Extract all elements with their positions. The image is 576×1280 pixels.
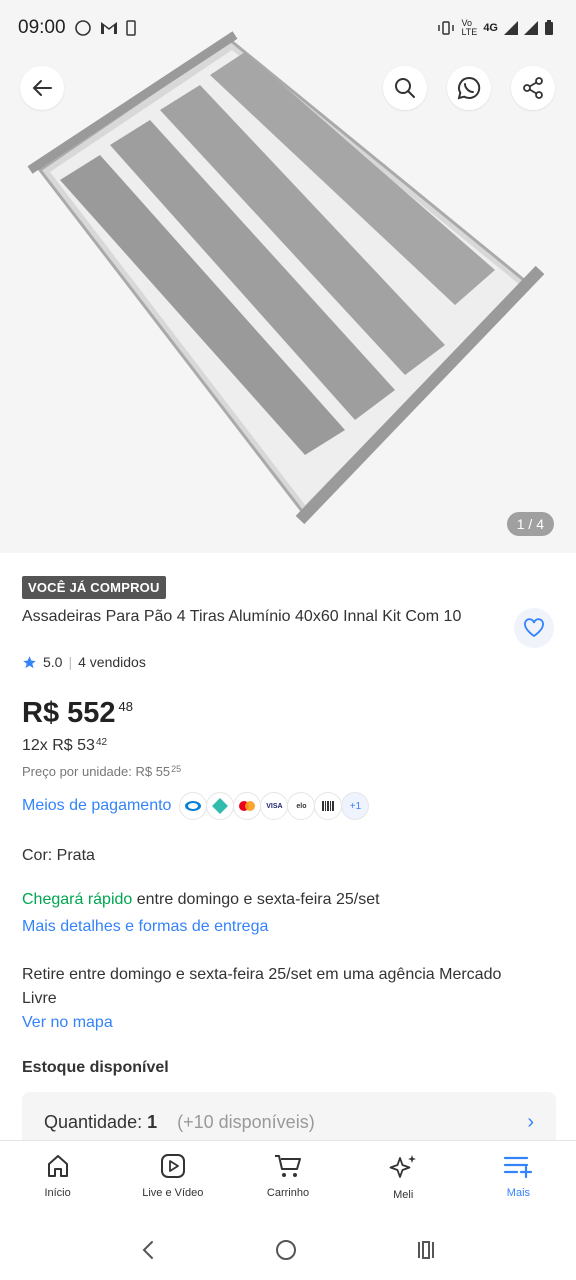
price-main: R$ 552 xyxy=(22,697,116,729)
nav-mais[interactable]: Mais xyxy=(461,1141,576,1220)
signal-icon xyxy=(504,21,518,35)
delivery-details-link[interactable]: Mais detalhes e formas de entrega xyxy=(22,918,268,936)
delivery-fast-label: Chegará rápido xyxy=(22,891,133,908)
system-navigation-bar xyxy=(0,1220,576,1280)
play-icon xyxy=(160,1154,185,1178)
favorite-button[interactable] xyxy=(514,608,554,648)
rating-separator: | xyxy=(68,654,73,670)
star-icon xyxy=(23,655,36,668)
nav-label: Início xyxy=(44,1187,71,1199)
heart-icon xyxy=(524,618,544,638)
delivery-text: entre domingo e sexta-feira 25/set xyxy=(132,891,380,908)
vibrate-icon xyxy=(437,21,455,35)
color-label: Cor: xyxy=(22,847,57,864)
elo-icon: elo xyxy=(287,792,316,820)
quantity-label: Quantidade: xyxy=(44,1111,143,1132)
share-button[interactable] xyxy=(511,66,555,110)
image-counter: 1 / 4 xyxy=(506,512,554,536)
arrow-left-icon xyxy=(32,80,52,96)
payment-methods-link[interactable]: Meios de pagamento xyxy=(22,797,171,815)
rating-value: 5.0 xyxy=(43,654,63,670)
bottom-navigation: Início Live e Vídeo Carrinho Meli Mais xyxy=(0,1140,576,1220)
quantity-available: (+10 disponíveis) xyxy=(177,1111,315,1132)
color-row: Cor: Prata xyxy=(22,847,95,865)
nav-label: Carrinho xyxy=(266,1187,310,1199)
installments: 12x R$ 53 42 xyxy=(22,737,107,755)
cart-icon xyxy=(275,1155,301,1177)
nav-meli[interactable]: Meli xyxy=(346,1141,461,1220)
gmail-notification-icon xyxy=(100,21,118,35)
storage-notification-icon xyxy=(125,20,136,36)
status-bar: 09:00 Vo LTE 4G xyxy=(0,0,576,56)
volte-icon: Vo LTE xyxy=(461,18,478,37)
mastercard-icon xyxy=(233,792,262,820)
whatsapp-icon xyxy=(457,76,481,100)
visa-icon: VISA xyxy=(260,792,289,820)
color-value: Prata xyxy=(56,847,95,864)
sparkle-icon xyxy=(389,1155,417,1178)
pix-icon xyxy=(206,792,235,820)
quantity-value: 1 xyxy=(147,1111,158,1132)
sold-count: 4 vendidos xyxy=(78,654,146,670)
nav-label: Live e Vídeo xyxy=(142,1187,204,1199)
share-icon xyxy=(523,77,543,99)
nav-inicio[interactable]: Início xyxy=(0,1141,115,1220)
payment-more-badge[interactable]: +1 xyxy=(341,792,370,820)
installments-main: 12x R$ 53 xyxy=(22,737,95,754)
search-icon xyxy=(395,78,415,98)
network-type: 4G xyxy=(483,22,498,34)
whatsapp-notification-icon xyxy=(74,19,92,37)
map-link[interactable]: Ver no mapa xyxy=(22,1014,113,1032)
unit-price-cents: 25 xyxy=(171,764,182,774)
product-image-gallery[interactable]: 1 / 4 xyxy=(0,0,576,553)
boleto-icon xyxy=(314,792,343,820)
delivery-info: Chegará rápido entre domingo e sexta-fei… xyxy=(22,891,380,909)
system-recents-icon[interactable] xyxy=(414,1238,438,1262)
status-time: 09:00 xyxy=(18,17,66,38)
payment-methods[interactable]: Meios de pagamento VISA elo +1 xyxy=(22,792,370,820)
price: R$ 552 48 xyxy=(22,697,133,730)
back-button[interactable] xyxy=(20,66,64,110)
nav-label: Mais xyxy=(506,1187,531,1199)
purchased-badge: VOCÊ JÁ COMPROU xyxy=(22,576,166,599)
nav-live-video[interactable]: Live e Vídeo xyxy=(115,1141,230,1220)
menu-plus-icon xyxy=(504,1156,533,1179)
unit-price: Preço por unidade: R$ 55 25 xyxy=(22,764,181,779)
home-icon xyxy=(47,1155,68,1177)
system-back-icon[interactable] xyxy=(138,1238,158,1262)
search-button[interactable] xyxy=(383,66,427,110)
pickup-info: Retire entre domingo e sexta-feira 25/se… xyxy=(22,966,502,1007)
nav-label: Meli xyxy=(393,1189,414,1201)
whatsapp-share-button[interactable] xyxy=(447,66,491,110)
signal-2-icon xyxy=(524,21,538,35)
installments-cents: 42 xyxy=(95,737,108,748)
product-title: Assadeiras Para Pão 4 Tiras Alumínio 40x… xyxy=(22,608,462,625)
mercado-pago-icon xyxy=(179,792,208,820)
rating-row[interactable]: 5.0 | 4 vendidos xyxy=(22,654,146,670)
stock-title: Estoque disponível xyxy=(22,1059,169,1076)
chevron-right-icon: › xyxy=(527,1110,534,1133)
battery-icon xyxy=(544,20,554,36)
nav-carrinho[interactable]: Carrinho xyxy=(230,1141,345,1220)
price-cents: 48 xyxy=(118,699,133,714)
system-home-icon[interactable] xyxy=(274,1238,298,1262)
unit-price-main: Preço por unidade: R$ 55 xyxy=(22,764,171,779)
